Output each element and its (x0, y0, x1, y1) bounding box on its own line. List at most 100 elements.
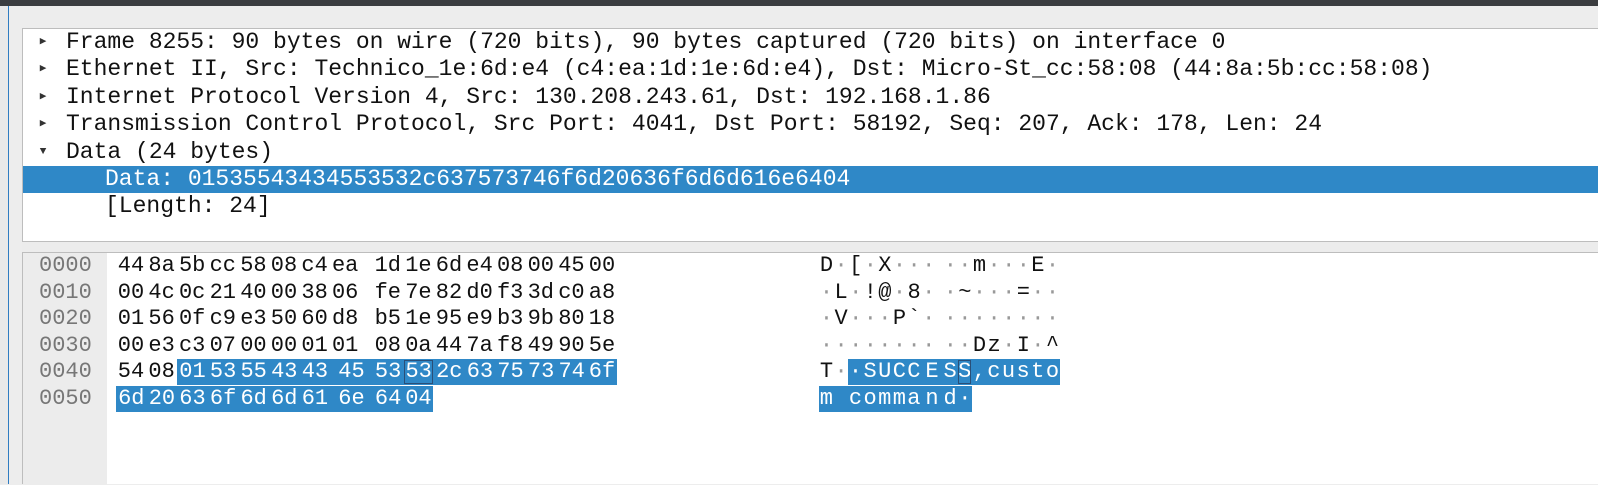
ascii-char[interactable]: C (906, 359, 922, 386)
ascii-char[interactable]: · (877, 333, 892, 359)
ascii-char[interactable]: c (986, 359, 1002, 386)
hex-byte[interactable]: a8 (587, 280, 617, 306)
hex-byte[interactable]: 6e (330, 386, 373, 412)
ascii-char[interactable]: · (957, 386, 973, 412)
hex-byte[interactable]: c0 (556, 280, 586, 306)
chevron-right-icon[interactable]: ▶ (33, 29, 53, 56)
hex-byte[interactable]: 01 (330, 333, 360, 359)
hex-byte[interactable]: 45 (556, 253, 586, 279)
hex-byte[interactable]: 58 (238, 253, 268, 279)
pane-splitter[interactable] (22, 242, 1598, 252)
ascii-char[interactable]: z (987, 333, 1002, 359)
hex-byte[interactable]: 63 (177, 386, 208, 412)
hex-byte[interactable]: 1d (373, 253, 403, 279)
ascii-char[interactable] (833, 386, 849, 412)
ascii-char[interactable]: · (907, 253, 922, 279)
ascii-char[interactable]: a (906, 386, 922, 412)
hex-byte[interactable]: 21 (208, 280, 238, 306)
tree-row-4[interactable]: ▼ Data (24 bytes) (23, 139, 1598, 166)
ascii-char[interactable]: · (921, 333, 936, 359)
ascii-char[interactable]: , (972, 359, 987, 386)
hex-byte[interactable]: 53 (372, 359, 404, 386)
hex-byte[interactable]: 73 (525, 359, 557, 386)
hex-byte[interactable]: 6f (587, 359, 617, 386)
hex-byte[interactable]: 00 (116, 280, 146, 306)
ascii-char[interactable]: · (1030, 333, 1045, 359)
hex-byte[interactable]: 53 (403, 359, 434, 386)
hex-byte[interactable]: 1e (403, 306, 433, 332)
hex-byte[interactable]: cc (208, 253, 238, 279)
hex-byte[interactable]: c3 (177, 333, 207, 359)
tree-row-2[interactable]: ▶ Internet Protocol Version 4, Src: 130.2… (23, 84, 1598, 111)
ascii-char[interactable]: · (987, 306, 1002, 332)
ascii-char[interactable]: n (921, 386, 943, 412)
ascii-char[interactable]: P (892, 306, 907, 332)
hex-byte[interactable]: 01 (300, 333, 330, 359)
ascii-char[interactable]: L (834, 280, 849, 306)
hex-byte[interactable]: c4 (300, 253, 330, 279)
hex-byte[interactable]: f3 (495, 280, 525, 306)
hex-byte[interactable]: 7a (465, 333, 495, 359)
ascii-char[interactable]: · (921, 253, 936, 279)
hex-byte[interactable]: 06 (330, 280, 360, 306)
hex-byte[interactable]: 00 (526, 253, 556, 279)
ascii-char[interactable]: · (1045, 306, 1060, 332)
ascii-char[interactable]: · (921, 306, 936, 332)
ascii-char[interactable]: I (1016, 333, 1031, 359)
hex-byte[interactable]: 82 (434, 280, 464, 306)
ascii-char[interactable]: · (1045, 280, 1060, 306)
hex-byte[interactable]: 08 (269, 253, 299, 279)
ascii-char[interactable]: [ (848, 253, 863, 279)
ascii-char[interactable]: · (892, 253, 907, 279)
ascii-char[interactable]: · (972, 306, 987, 332)
hex-byte[interactable]: 00 (116, 333, 146, 359)
hex-byte[interactable]: 8a (147, 253, 177, 279)
hex-byte[interactable]: 43 (299, 359, 331, 386)
ascii-char[interactable]: · (1016, 253, 1031, 279)
hex-byte[interactable]: 04 (403, 386, 434, 412)
hex-byte[interactable]: 08 (147, 359, 177, 385)
ascii-char[interactable]: · (1030, 280, 1045, 306)
ascii-char[interactable]: · (863, 306, 878, 332)
hex-byte[interactable]: 00 (238, 333, 268, 359)
tree-row-3[interactable]: ▶ Transmission Control Protocol, Src Port… (23, 111, 1598, 138)
hex-byte[interactable]: 5b (177, 253, 207, 279)
ascii-char[interactable]: m (892, 386, 907, 412)
hex-byte[interactable]: 55 (238, 359, 269, 386)
ascii-char[interactable]: D (972, 333, 987, 359)
hex-byte[interactable]: 80 (556, 306, 586, 332)
hex-byte[interactable]: 44 (116, 253, 146, 279)
hex-byte[interactable]: 08 (373, 333, 403, 359)
hex-byte[interactable]: 0a (403, 333, 433, 359)
hex-byte[interactable]: 6d (116, 386, 147, 412)
hex-byte[interactable]: c9 (208, 306, 238, 332)
hex-byte[interactable]: 01 (177, 359, 208, 386)
hex-byte[interactable]: 00 (587, 253, 617, 279)
ascii-char[interactable]: · (819, 333, 834, 359)
ascii-char[interactable]: · (957, 333, 972, 359)
ascii-char[interactable]: · (848, 280, 863, 306)
hex-byte[interactable]: 01 (116, 306, 146, 332)
ascii-char[interactable]: E (1030, 253, 1045, 279)
ascii-char[interactable]: · (877, 306, 892, 332)
hex-byte[interactable]: 07 (208, 333, 238, 359)
ascii-char[interactable]: · (819, 306, 834, 332)
hex-byte[interactable]: e3 (147, 333, 177, 359)
hex-byte[interactable]: b3 (495, 306, 525, 332)
hex-byte[interactable]: 0f (177, 306, 207, 332)
ascii-char[interactable]: · (848, 306, 863, 332)
hex-byte[interactable]: e9 (465, 306, 495, 332)
hex-byte[interactable]: 00 (269, 280, 299, 306)
hex-byte[interactable]: 61 (299, 386, 331, 412)
ascii-char[interactable]: · (834, 333, 849, 359)
ascii-char[interactable]: · (972, 280, 987, 306)
ascii-char[interactable]: m (877, 386, 892, 412)
ascii-char[interactable]: · (819, 280, 834, 306)
hex-byte[interactable]: 2c (434, 359, 465, 386)
ascii-char[interactable]: · (892, 280, 907, 306)
tree-row-5[interactable]: Data: 01535543434553532c637573746f6d2063… (23, 166, 1598, 193)
hex-byte[interactable]: fe (373, 280, 403, 306)
hex-byte[interactable]: 6d (434, 253, 464, 279)
hex-byte[interactable]: 20 (146, 386, 178, 412)
ascii-char[interactable]: · (957, 253, 972, 279)
